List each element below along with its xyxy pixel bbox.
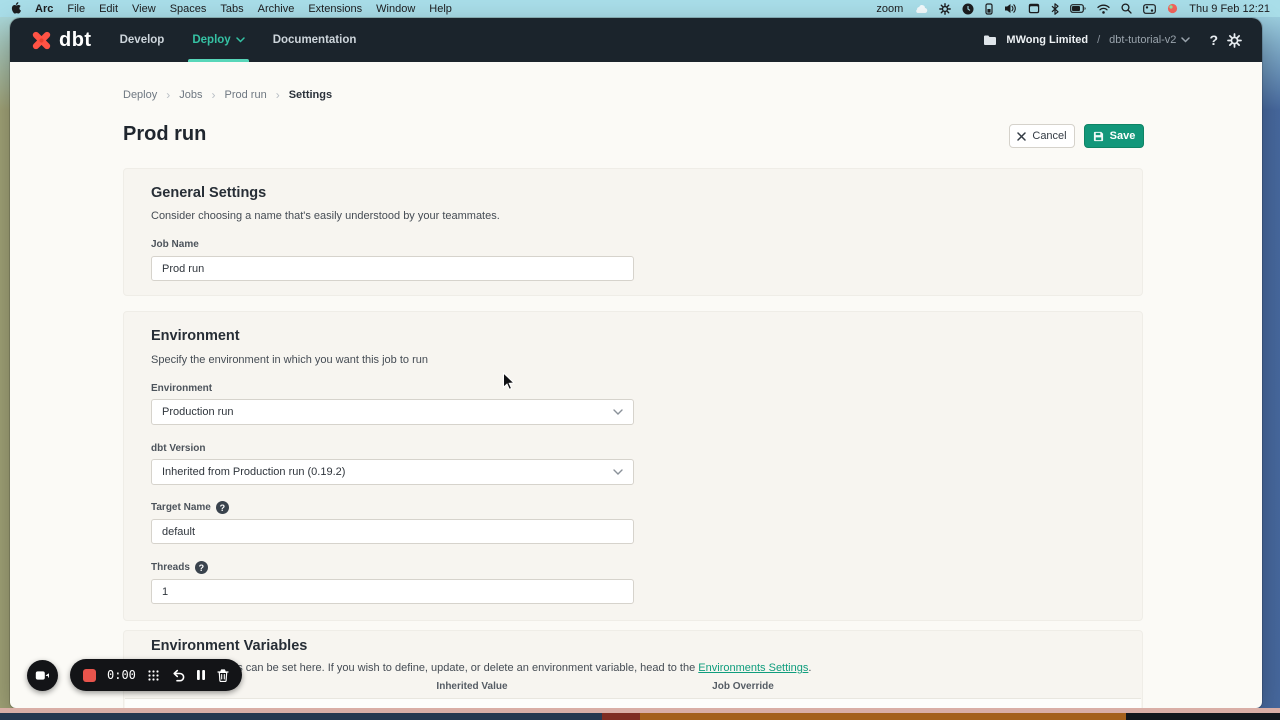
- menu-extensions[interactable]: Extensions: [308, 3, 362, 15]
- menu-archive[interactable]: Archive: [258, 3, 295, 15]
- breadcrumb-separator: ›: [212, 88, 216, 102]
- chevron-down-icon: [236, 37, 245, 43]
- chevron-down-icon: [1181, 37, 1190, 43]
- breadcrumb: Deploy › Jobs › Prod run › Settings: [123, 88, 332, 102]
- menubar-app-name[interactable]: Arc: [35, 3, 53, 15]
- environment-variables-card: Environment Variables Job level override…: [123, 630, 1143, 708]
- apple-icon[interactable]: [10, 2, 21, 15]
- gear-icon: [1227, 33, 1242, 48]
- environment-title: Environment: [151, 328, 240, 344]
- stop-recording-button[interactable]: [83, 669, 96, 682]
- battery-icon[interactable]: [1070, 4, 1086, 13]
- zoom-menu-item[interactable]: zoom: [876, 3, 903, 15]
- pause-icon[interactable]: [196, 669, 206, 681]
- undo-restart-icon[interactable]: [171, 669, 185, 682]
- target-name-label: Target Name ?: [151, 501, 229, 514]
- calendar-icon[interactable]: [1028, 3, 1040, 14]
- general-settings-card: General Settings Consider choosing a nam…: [123, 168, 1143, 296]
- threads-help-icon[interactable]: ?: [195, 561, 208, 574]
- breadcrumb-settings: Settings: [289, 89, 332, 101]
- breadcrumb-jobs[interactable]: Jobs: [179, 89, 202, 101]
- help-button[interactable]: ?: [1209, 32, 1218, 48]
- macos-menubar: Arc File Edit View Spaces Tabs Archive E…: [0, 0, 1280, 17]
- camera-button[interactable]: [27, 660, 58, 691]
- menu-spaces[interactable]: Spaces: [170, 3, 207, 15]
- environment-description: Specify the environment in which you wan…: [151, 354, 428, 366]
- target-name-help-icon[interactable]: ?: [216, 501, 229, 514]
- dbt-version-label: dbt Version: [151, 443, 205, 454]
- breadcrumb-separator: ›: [276, 88, 280, 102]
- inherited-value-column-header: Inherited Value: [436, 681, 507, 692]
- dbt-app-header: dbt Develop Deploy Documentation MWong L…: [10, 18, 1262, 62]
- battery-vertical-icon[interactable]: [985, 3, 993, 15]
- nav-deploy[interactable]: Deploy: [192, 18, 244, 62]
- job-name-label: Job Name: [151, 239, 199, 250]
- dbt-logo[interactable]: dbt: [30, 29, 92, 52]
- clock-status-icon[interactable]: [962, 3, 974, 15]
- recording-timer: 0:00: [107, 668, 136, 682]
- nav-develop[interactable]: Develop: [120, 18, 165, 62]
- environment-select-label: Environment: [151, 383, 212, 394]
- trash-icon[interactable]: [217, 669, 229, 682]
- breadcrumb-separator: ›: [166, 88, 170, 102]
- video-camera-icon: [35, 669, 50, 682]
- desktop: Arc File Edit View Spaces Tabs Archive E…: [0, 0, 1280, 720]
- breadcrumb-deploy[interactable]: Deploy: [123, 89, 157, 101]
- environment-select[interactable]: Production run: [151, 399, 634, 425]
- control-center-icon[interactable]: [1143, 4, 1156, 14]
- chevron-down-icon: [613, 409, 623, 415]
- folder-icon: [983, 35, 997, 46]
- mouse-cursor: [502, 372, 516, 397]
- environment-variables-description: Job level overrides can be set here. If …: [151, 662, 1115, 674]
- target-name-input[interactable]: [151, 519, 634, 544]
- menubar-clock[interactable]: Thu 9 Feb 12:21: [1189, 3, 1270, 15]
- wifi-icon[interactable]: [1097, 4, 1110, 14]
- save-button[interactable]: Save: [1084, 124, 1144, 148]
- main-nav: Develop Deploy Documentation: [120, 18, 357, 62]
- environments-settings-link[interactable]: Environments Settings: [698, 662, 808, 674]
- volume-icon[interactable]: [1004, 3, 1017, 14]
- table-row: [125, 698, 1141, 708]
- chevron-down-icon: [613, 469, 623, 475]
- cloud-icon[interactable]: [914, 4, 928, 13]
- spotlight-search-icon[interactable]: [1121, 3, 1132, 14]
- environment-variables-title: Environment Variables: [151, 638, 307, 654]
- recording-toolbar: 0:00: [70, 659, 242, 691]
- job-override-column-header: Job Override: [712, 681, 774, 692]
- general-settings-description: Consider choosing a name that's easily u…: [151, 210, 500, 222]
- nav-documentation[interactable]: Documentation: [273, 18, 357, 62]
- environment-card: Environment Specify the environment in w…: [123, 311, 1143, 621]
- cancel-button[interactable]: Cancel: [1009, 124, 1075, 148]
- menu-view[interactable]: View: [132, 3, 156, 15]
- account-separator: /: [1097, 34, 1100, 46]
- threads-label: Threads ?: [151, 561, 208, 574]
- job-name-input[interactable]: [151, 256, 634, 281]
- dbt-logo-icon: [30, 29, 53, 52]
- menu-help[interactable]: Help: [429, 3, 452, 15]
- settings-gear-button[interactable]: [1227, 33, 1242, 48]
- menu-window[interactable]: Window: [376, 3, 415, 15]
- project-selector[interactable]: dbt-tutorial-v2: [1109, 34, 1190, 46]
- drag-handle-dots-icon[interactable]: [147, 669, 160, 682]
- recording-dot-icon[interactable]: [1167, 3, 1178, 14]
- page-title: Prod run: [123, 123, 206, 146]
- account-name[interactable]: MWong Limited: [1006, 34, 1088, 46]
- menu-file[interactable]: File: [67, 3, 85, 15]
- threads-input[interactable]: [151, 579, 634, 604]
- general-settings-title: General Settings: [151, 185, 266, 201]
- dock-strip: [0, 713, 1280, 720]
- dbt-logo-text: dbt: [59, 29, 92, 52]
- browser-window: dbt Develop Deploy Documentation MWong L…: [10, 18, 1262, 708]
- save-floppy-icon: [1093, 131, 1104, 142]
- menu-tabs[interactable]: Tabs: [220, 3, 243, 15]
- close-icon: [1017, 132, 1026, 141]
- breadcrumb-prod-run[interactable]: Prod run: [225, 89, 267, 101]
- bluetooth-icon[interactable]: [1051, 3, 1059, 15]
- gear-status-icon[interactable]: [939, 3, 951, 15]
- menu-edit[interactable]: Edit: [99, 3, 118, 15]
- dbt-version-select[interactable]: Inherited from Production run (0.19.2): [151, 459, 634, 485]
